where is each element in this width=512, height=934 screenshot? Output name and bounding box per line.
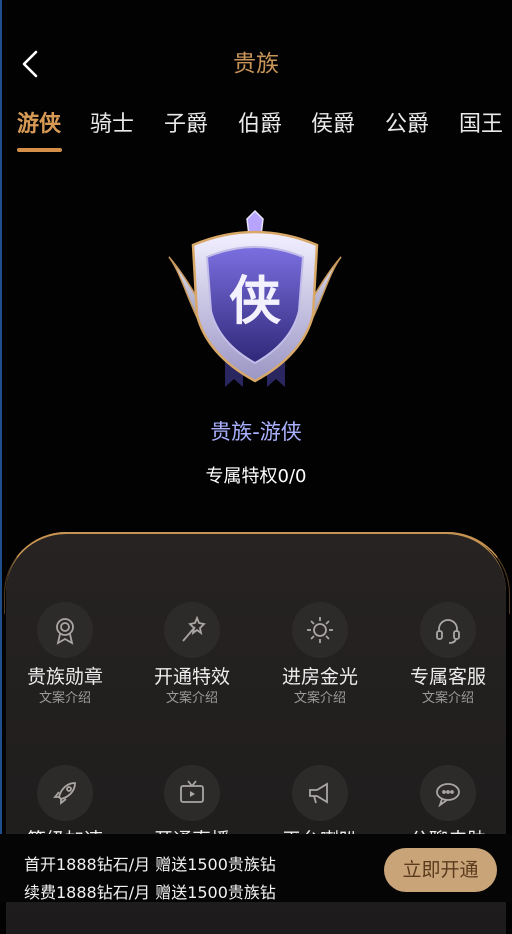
perk-effect[interactable]: 开通特效 文案介绍 — [128, 602, 256, 708]
page-title: 贵族 — [233, 51, 279, 77]
perk-medal[interactable]: 贵族勋章 文案介绍 — [1, 602, 129, 708]
renewal-price: 续费1888钻石/月 赠送1500贵族钻 — [24, 883, 276, 902]
megaphone-icon — [292, 765, 348, 821]
tab-houjue[interactable]: 侯爵 — [311, 108, 355, 142]
tab-guowang[interactable]: 国王 — [459, 108, 503, 142]
perk-subtitle: 文案介绍 — [293, 691, 346, 706]
chat-bubble-icon — [420, 765, 476, 821]
perk-title: 专属客服 — [409, 666, 486, 688]
tv-icon — [164, 765, 220, 821]
headset-icon — [420, 602, 476, 658]
tab-qishi[interactable]: 骑士 — [90, 108, 134, 142]
rank-tabs: 游侠 骑士 子爵 伯爵 侯爵 公爵 国王 — [0, 108, 512, 158]
perk-golden-light[interactable]: 进房金光 文案介绍 — [256, 602, 384, 708]
rocket-icon — [37, 765, 93, 821]
sun-icon — [292, 602, 348, 658]
perk-title: 进房金光 — [281, 666, 358, 688]
purchase-bar: 首开1888钻石/月 赠送1500贵族钻 续费1888钻石/月 赠送1500贵族… — [0, 834, 512, 902]
tab-zijue[interactable]: 子爵 — [164, 108, 208, 142]
badge-glyph: 侠 — [229, 272, 281, 332]
magic-wand-icon — [164, 602, 220, 658]
active-tab-indicator — [17, 148, 62, 152]
perk-subtitle: 文案介绍 — [421, 691, 474, 706]
rank-badge-icon: 侠 — [163, 205, 347, 395]
rank-name: 贵族-游侠 — [210, 420, 302, 444]
first-open-price: 首开1888钻石/月 赠送1500贵族钻 — [24, 855, 276, 874]
tab-gongjue[interactable]: 公爵 — [385, 108, 429, 142]
perk-subtitle: 文案介绍 — [165, 691, 218, 706]
privilege-count: 专属特权0/0 — [205, 466, 307, 487]
tab-youxia[interactable]: 游侠 — [17, 108, 61, 142]
open-now-button[interactable]: 立即开通 — [384, 848, 497, 892]
perk-title: 贵族勋章 — [26, 666, 103, 688]
medal-icon — [37, 602, 93, 658]
perk-customer-service[interactable]: 专属客服 文案介绍 — [384, 602, 512, 708]
tab-bojue[interactable]: 伯爵 — [238, 108, 282, 142]
perk-subtitle: 文案介绍 — [38, 691, 91, 706]
perk-title: 开通特效 — [153, 666, 230, 688]
